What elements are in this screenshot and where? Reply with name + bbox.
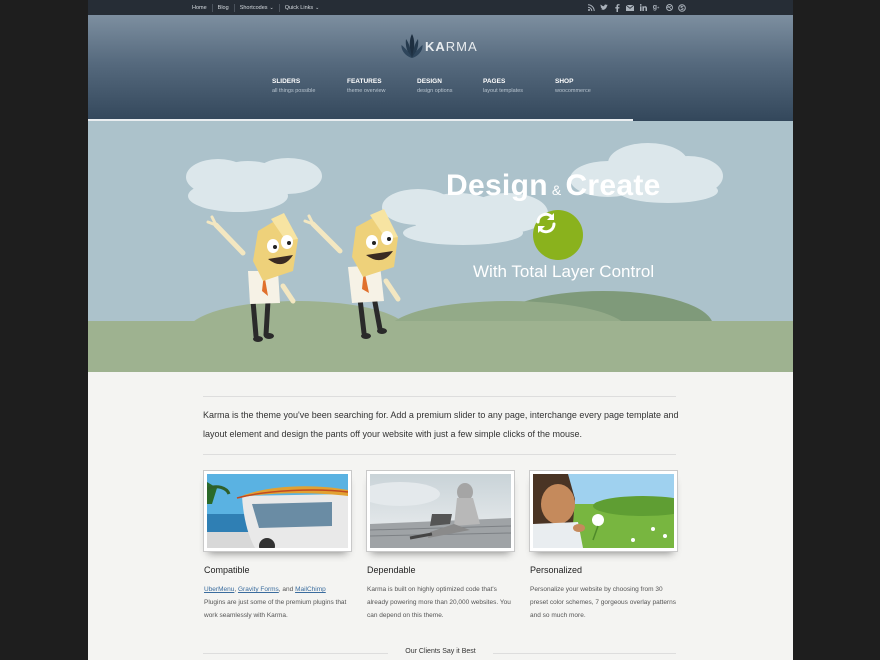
google-plus-icon[interactable]: g + [652,4,660,12]
ubermenu-link[interactable]: UberMenu [204,586,234,593]
top-nav-quick-links[interactable]: Quick Links ⌄ [280,4,325,12]
twitter-icon[interactable] [600,4,608,12]
mailchimp-link[interactable]: MailChimp [295,586,326,593]
top-nav-home[interactable]: Home [192,3,213,12]
divider [203,454,676,455]
feature-dependable: Dependable Karma is built on highly opti… [367,471,514,622]
nav-label: PAGES [483,78,506,85]
feature-text: Personalize your website by choosing fro… [530,586,676,619]
top-bar: Home Blog Shortcodes ⌄ Quick Links ⌄ g + [88,0,793,15]
feature-personalized: Personalized Personalize your website by… [530,471,677,622]
feature-body: Plugins are just some of the premium plu… [204,599,347,619]
nav-label: SLIDERS [272,78,301,85]
feature-title: Compatible [204,565,250,575]
feature-image[interactable] [204,471,351,551]
man-laptop-image [370,474,511,548]
lotus-logo-icon [401,34,423,58]
feature-compatible: Compatible UberMenu, Gravity Forms, and … [204,471,351,622]
logo-text-bold: KA [425,38,446,54]
nav-sublabel: layout templates [483,88,524,94]
top-nav-blog[interactable]: Blog [213,3,235,12]
top-nav: Home Blog Shortcodes ⌄ Quick Links ⌄ [192,0,324,15]
site-logo[interactable]: KARMA [401,33,478,59]
nav-sublabel: all things possible [272,88,316,94]
nav-label: FEATURES [347,78,382,85]
nav-label: SHOP [555,78,574,85]
feature-text: UberMenu, Gravity Forms, and MailChimp Pl… [204,583,351,622]
divider [203,396,676,397]
link-separator: , and [278,586,296,593]
dribbble-icon[interactable] [665,4,673,12]
hero-title-right: Create [565,169,661,202]
child-dandelion-image [533,474,674,548]
feature-image[interactable] [530,471,677,551]
feature-title: Personalized [530,565,583,575]
linkedin-icon[interactable] [639,4,647,12]
nav-sublabel: woocommerce [555,88,591,94]
social-icons: g + [587,0,686,15]
feature-text: Karma is built on highly optimized code … [367,586,511,619]
hero-illustration [88,143,793,372]
nav-sublabel: theme overview [347,88,386,94]
rss-icon[interactable] [587,4,595,12]
cloud [186,158,322,212]
nav-sublabel: design options [417,88,453,94]
chevron-down-icon: ⌄ [315,4,320,11]
feature-image[interactable] [367,471,514,551]
top-nav-shortcodes[interactable]: Shortcodes ⌄ [235,3,280,12]
logo-text-rest: RMA [445,38,478,54]
van-surfboard-image [207,474,348,548]
site-header: KARMA SLIDERS all things possible FEATUR… [88,15,793,121]
gravity-forms-link[interactable]: Gravity Forms [238,586,279,593]
logo-text: KARMA [425,39,478,54]
hero-subtitle: With Total Layer Control [473,262,655,281]
top-nav-shortcodes-label: Shortcodes [239,4,268,11]
main-nav: SLIDERS all things possible FEATURES the… [272,78,615,94]
nav-label: DESIGN [417,78,442,85]
clients-heading: Our Clients Say it Best [405,648,476,655]
page: Home Blog Shortcodes⌄ Quick Links⌄ g+ [88,0,793,660]
hero-title: Design & Create [446,169,661,203]
nav-item-sliders[interactable]: SLIDERS all things possible [272,78,347,94]
skype-icon[interactable] [678,3,686,12]
facebook-icon[interactable] [613,3,621,12]
nav-item-design[interactable]: DESIGN design options [417,78,483,94]
hero-title-amp: & [551,182,562,198]
chevron-down-icon: ⌄ [269,4,274,11]
hero-title-left: Design [446,169,548,202]
refresh-icon [536,212,556,234]
email-icon[interactable] [626,4,634,12]
refresh-button[interactable] [533,210,583,260]
hero-slider: Design & Create With Total Layer Control [88,121,793,372]
top-nav-quick-links-label: Quick Links [284,4,314,11]
feature-title: Dependable [367,565,416,575]
nav-item-pages[interactable]: PAGES layout templates [483,78,555,94]
intro-text: Karma is the theme you've been searching… [203,410,679,439]
nav-item-shop[interactable]: SHOP woocommerce [555,78,615,94]
nav-item-features[interactable]: FEATURES theme overview [347,78,417,94]
